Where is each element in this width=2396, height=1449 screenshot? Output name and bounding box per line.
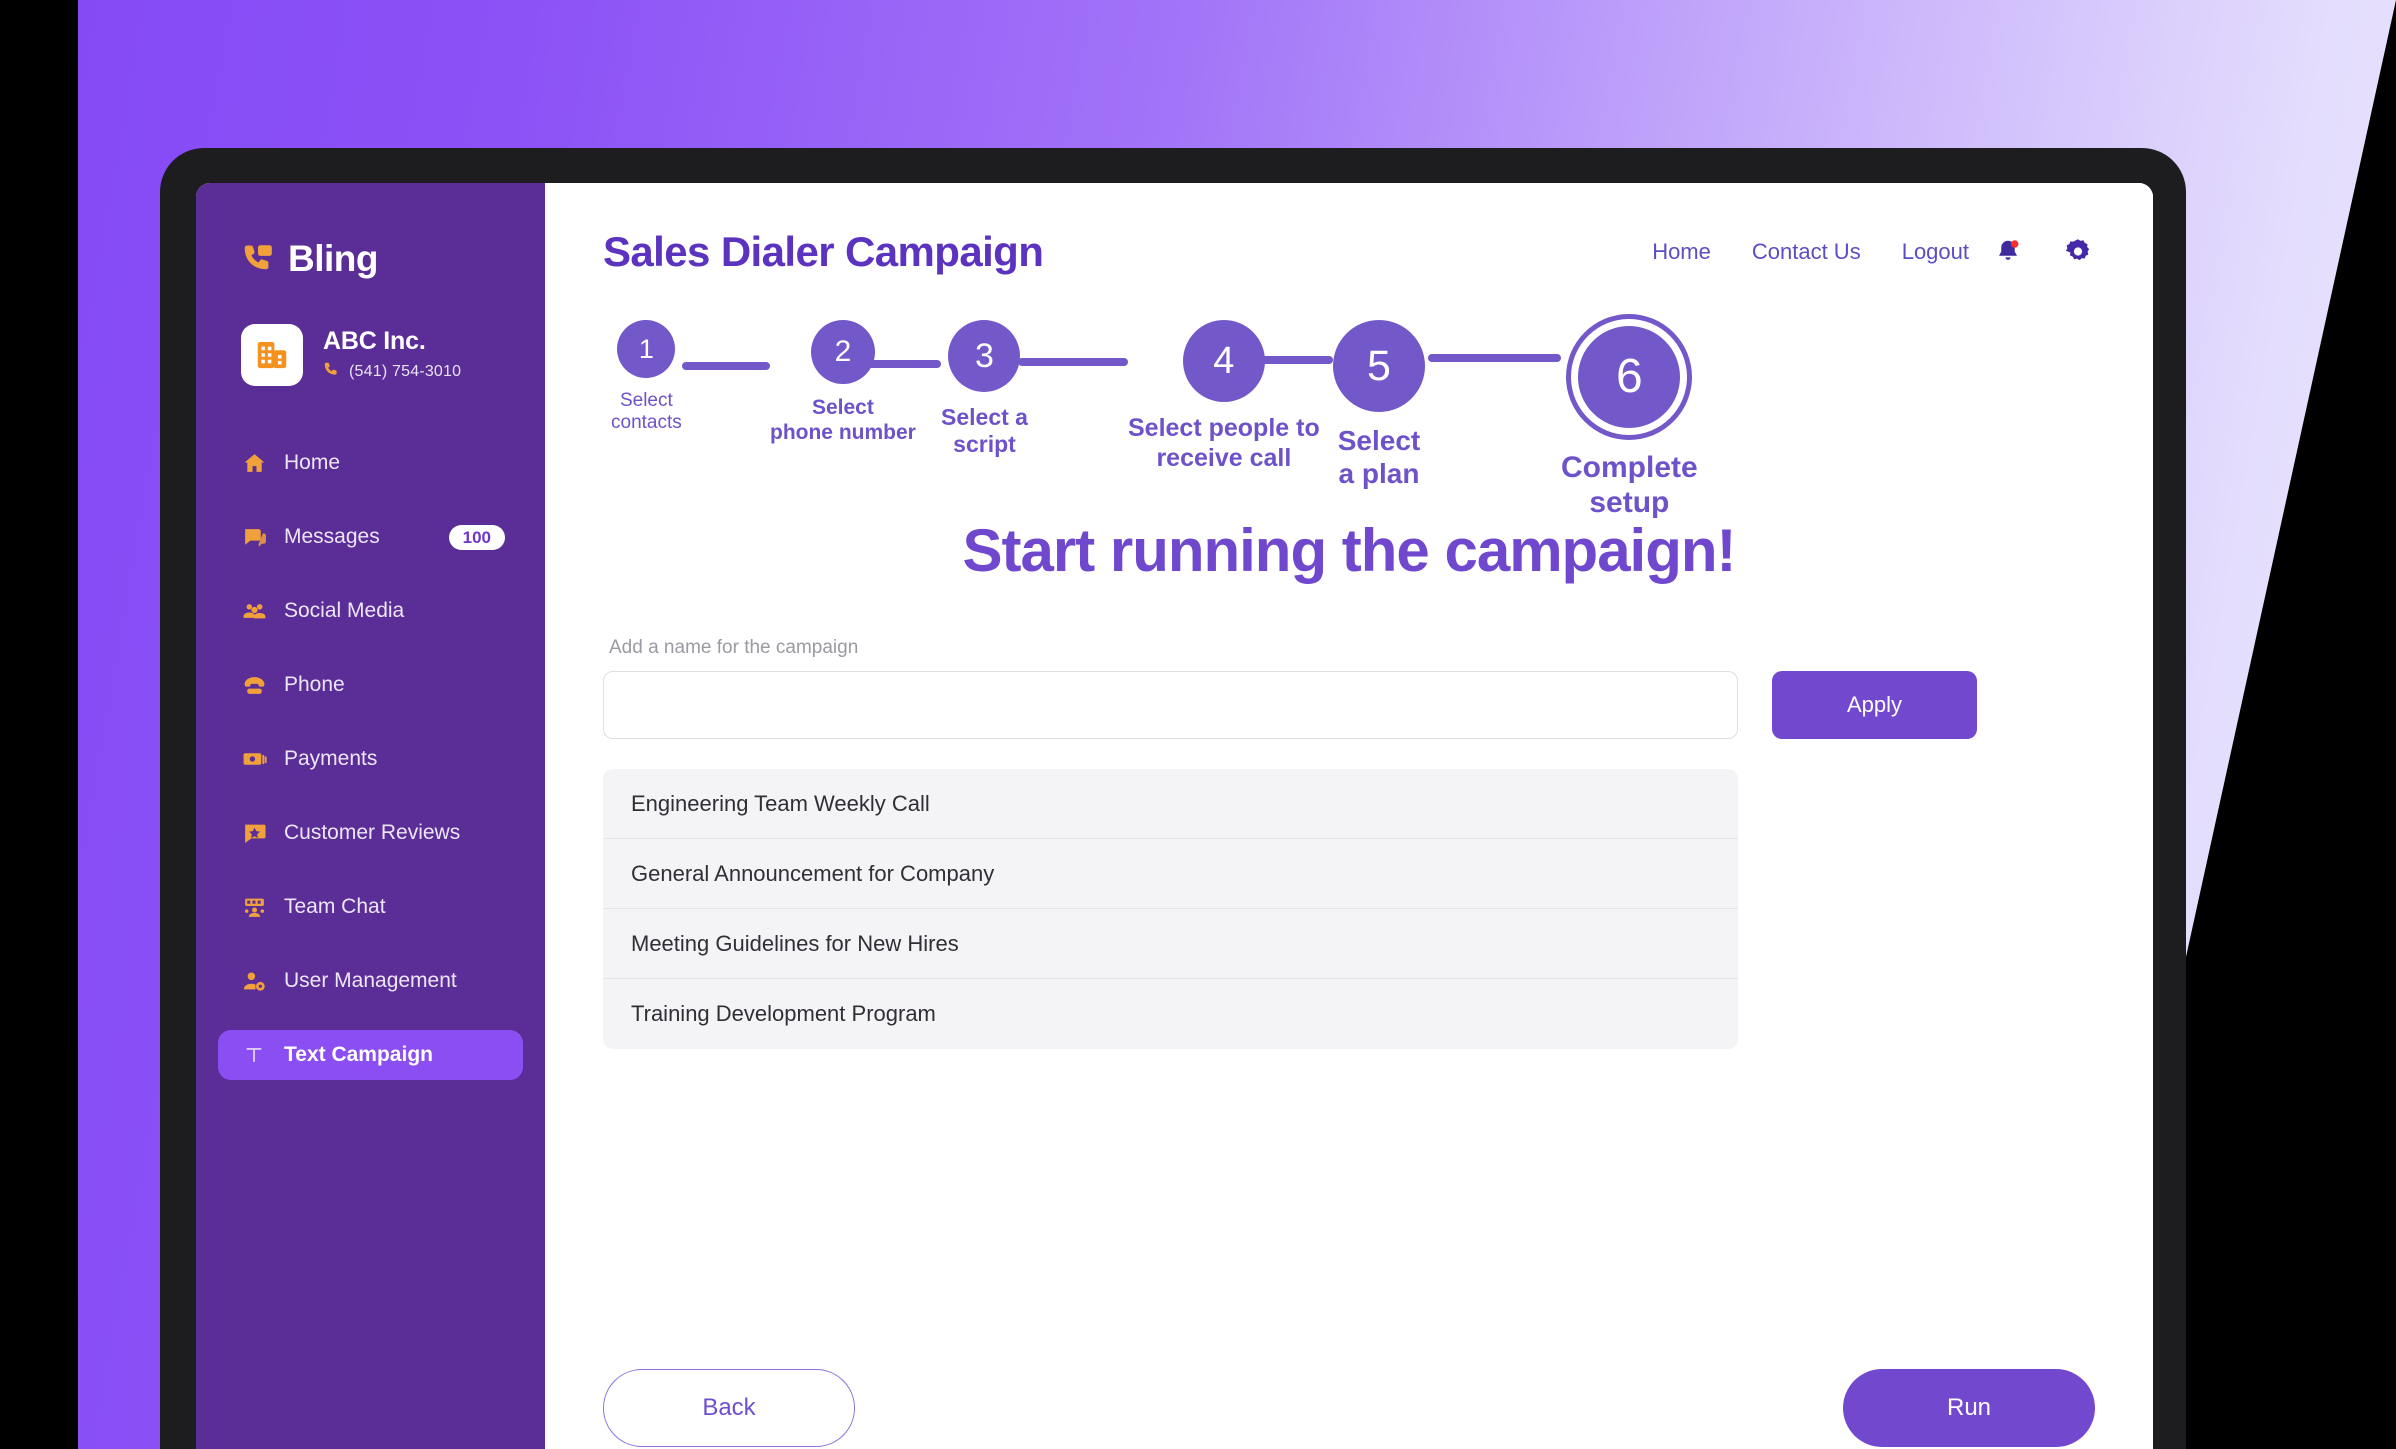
stepper-step-6[interactable]: 6 Complete setup — [1561, 320, 1698, 521]
sidebar-item-label: Text Campaign — [284, 1043, 433, 1066]
step-label: Select a plan — [1337, 425, 1421, 490]
stepper-step-3[interactable]: 3 Select a script — [941, 320, 1028, 458]
top-nav: Home Contact Us Logout — [1652, 239, 1969, 265]
apply-button[interactable]: Apply — [1772, 671, 1977, 739]
desk-phone-icon — [241, 672, 267, 698]
list-item[interactable]: Meeting Guidelines for New Hires — [603, 909, 1738, 979]
step-connector-5-6 — [1428, 354, 1561, 362]
hero-title: Start running the campaign! — [962, 517, 1736, 584]
screenshot-stage: Bling ABC Inc. (541) 754-3010 Home Messa… — [0, 0, 2396, 1449]
text-t-icon — [241, 1042, 267, 1068]
stepper-step-5[interactable]: 5 Select a plan — [1333, 320, 1425, 490]
org-card: ABC Inc. (541) 754-3010 — [196, 280, 545, 386]
messages-count-badge: 100 — [448, 524, 505, 550]
star-comment-icon — [241, 820, 267, 846]
sidebar-item-user-management[interactable]: User Management — [218, 956, 523, 1006]
list-item[interactable]: Training Development Program — [603, 979, 1738, 1049]
org-name: ABC Inc. — [323, 327, 426, 355]
sidebar-item-label: Social Media — [284, 599, 405, 622]
step-label: Complete setup — [1561, 451, 1698, 520]
banknote-icon — [241, 746, 267, 772]
sidebar-item-customer-reviews[interactable]: Customer Reviews — [218, 808, 523, 858]
step-label: Select phone number — [770, 396, 916, 444]
sidebar-item-label: Phone — [284, 673, 345, 696]
sidebar-item-messages[interactable]: Messages 100 — [218, 512, 523, 562]
sidebar-item-label: Team Chat — [284, 895, 386, 918]
sidebar: Bling ABC Inc. (541) 754-3010 Home Messa… — [196, 183, 545, 1449]
notification-bell-icon[interactable] — [1991, 235, 2025, 269]
step-circle: 4 — [1182, 320, 1265, 402]
brand: Bling — [196, 183, 545, 280]
team-chat-icon — [241, 894, 267, 920]
top-nav-contact-us[interactable]: Contact Us — [1752, 239, 1861, 265]
footer-actions: Back Run — [603, 1369, 2095, 1447]
step-circle: 2 — [810, 320, 875, 384]
campaign-list: Engineering Team Weekly Call General Ann… — [603, 769, 1738, 1049]
sidebar-nav: Home Messages 100 Social Media Phone Pay… — [196, 438, 545, 1080]
main-content: Sales Dialer Campaign Home Contact Us Lo… — [545, 183, 2153, 1449]
phone-forward-icon — [241, 242, 275, 276]
run-button[interactable]: Run — [1843, 1369, 2095, 1447]
list-item[interactable]: General Announcement for Company — [603, 839, 1738, 909]
phone-icon — [323, 361, 340, 383]
sidebar-item-home[interactable]: Home — [218, 438, 523, 488]
stepper-step-4[interactable]: 4 Select people to receive call — [1128, 320, 1320, 473]
campaign-name-input[interactable] — [603, 671, 1738, 739]
step-label: Select people to receive call — [1128, 414, 1320, 472]
sidebar-item-label: Payments — [284, 747, 378, 770]
step-circle: 3 — [948, 320, 1021, 392]
campaign-name-label: Add a name for the campaign — [609, 637, 859, 658]
app-screen: Bling ABC Inc. (541) 754-3010 Home Messa… — [196, 183, 2153, 1449]
org-phone: (541) 754-3010 — [349, 363, 462, 380]
sidebar-item-label: Customer Reviews — [284, 821, 461, 844]
topbar: Sales Dialer Campaign Home Contact Us Lo… — [603, 183, 2095, 276]
top-nav-home[interactable]: Home — [1652, 239, 1711, 265]
step-circle: 1 — [617, 320, 676, 378]
brand-name: Bling — [288, 238, 378, 279]
back-button[interactable]: Back — [603, 1369, 855, 1447]
sidebar-item-payments[interactable]: Payments — [218, 734, 523, 784]
step-label: Select contacts — [611, 390, 682, 434]
top-nav-logout[interactable]: Logout — [1902, 239, 1969, 265]
stepper-step-1[interactable]: 1 Select contacts — [611, 320, 682, 435]
stepper: 1 Select contacts 2 Select phone number … — [603, 320, 2095, 519]
sidebar-item-label: Messages — [284, 525, 380, 548]
stepper-step-2[interactable]: 2 Select phone number — [770, 320, 916, 446]
step-circle: 6 — [1578, 326, 1681, 428]
building-icon — [241, 324, 303, 386]
step-connector-3-4 — [1018, 358, 1128, 366]
sidebar-item-team-chat[interactable]: Team Chat — [218, 882, 523, 932]
step-connector-1-2 — [682, 362, 770, 370]
sidebar-item-text-campaign[interactable]: Text Campaign — [218, 1030, 523, 1080]
page-title: Sales Dialer Campaign — [603, 228, 1044, 275]
sidebar-item-phone[interactable]: Phone — [218, 660, 523, 710]
sidebar-item-label: Home — [284, 451, 341, 474]
top-icons — [1991, 235, 2095, 269]
campaign-form: Add a name for the campaign Apply Engine… — [603, 637, 2095, 1049]
sidebar-item-social-media[interactable]: Social Media — [218, 586, 523, 636]
sidebar-item-label: User Management — [284, 969, 457, 992]
list-item[interactable]: Engineering Team Weekly Call — [603, 769, 1738, 839]
chat-bubbles-icon — [241, 524, 267, 550]
people-group-icon — [241, 598, 267, 624]
step-label: Select a script — [941, 404, 1028, 458]
home-icon — [241, 450, 267, 476]
user-settings-icon — [241, 968, 267, 994]
settings-gear-icon[interactable] — [2061, 235, 2095, 269]
step-circle: 5 — [1333, 320, 1425, 412]
